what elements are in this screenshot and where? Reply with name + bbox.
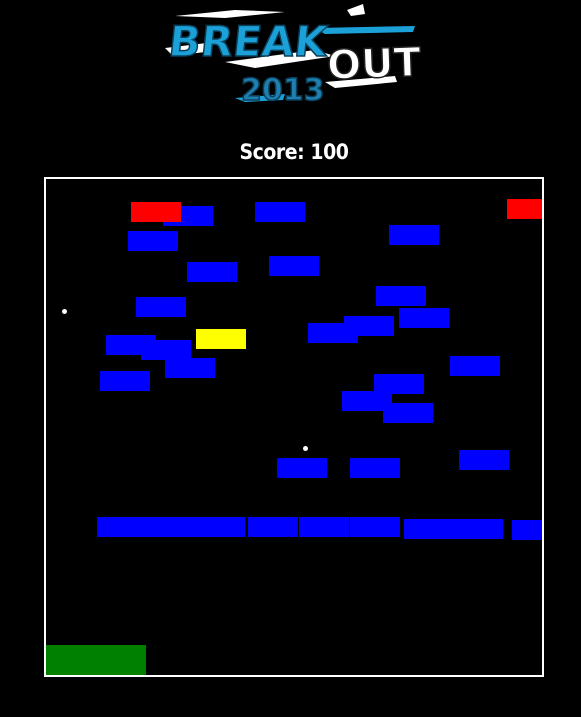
brick-blue [344, 316, 394, 336]
brick-red [507, 199, 542, 219]
brick-blue [146, 517, 196, 537]
brick-blue [459, 450, 509, 470]
paddle[interactable] [46, 645, 146, 675]
brick-blue [187, 262, 237, 282]
brick-yellow [196, 329, 246, 349]
brick-blue [248, 517, 298, 537]
brick-blue [512, 520, 542, 540]
brick-blue [450, 356, 500, 376]
brick-blue [404, 519, 454, 539]
brick-blue [389, 225, 439, 245]
brick-blue [255, 202, 305, 222]
brick-blue [277, 458, 327, 478]
ball [303, 446, 308, 451]
score-display: Score: 100 [239, 140, 349, 164]
logo-graphic: BREAK OUT 2013 [165, 4, 423, 109]
brick-blue [97, 517, 147, 537]
brick-blue [100, 371, 150, 391]
brick-blue [383, 403, 433, 423]
logo-out-text: OUT [326, 40, 422, 89]
brick-blue [269, 256, 319, 276]
brick-blue [350, 458, 400, 478]
brick-blue [299, 517, 349, 537]
brick-blue [376, 286, 426, 306]
brick-blue [128, 231, 178, 251]
brick-blue [399, 308, 449, 328]
breakout-2013-logo: BREAK OUT 2013 [165, 2, 425, 109]
brick-blue [165, 358, 215, 378]
brick-red [131, 202, 181, 222]
brick-blue [195, 517, 245, 537]
logo-year-text: 2013 [241, 73, 325, 106]
logo-break-text: BREAK [166, 17, 331, 66]
brick-blue [350, 517, 400, 537]
game-board[interactable] [44, 177, 544, 677]
brick-blue [453, 519, 503, 539]
ball [62, 309, 67, 314]
brick-blue [136, 297, 186, 317]
brick-blue [141, 340, 191, 360]
